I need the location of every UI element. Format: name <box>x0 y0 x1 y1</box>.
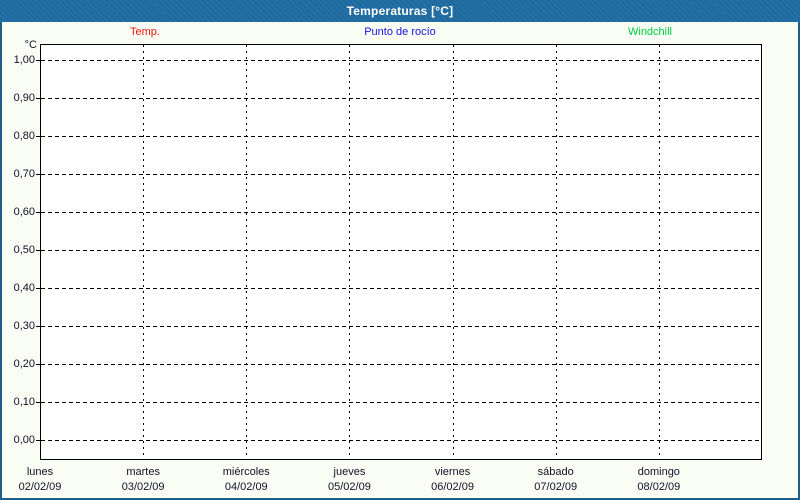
y-tick <box>36 440 40 441</box>
y-tick-label: 0,30 <box>13 320 35 332</box>
x-date-label: 03/02/09 <box>121 481 165 493</box>
y-tick <box>36 212 40 213</box>
y-tick-label: 0,60 <box>13 206 35 218</box>
y-gridline <box>41 174 761 175</box>
y-gridline <box>41 326 761 327</box>
y-gridline <box>41 364 761 365</box>
y-tick <box>36 136 40 137</box>
y-tick <box>36 326 40 327</box>
x-date-label: 02/02/09 <box>18 481 62 493</box>
y-tick-label: 0,80 <box>13 130 35 142</box>
y-gridline <box>41 402 761 403</box>
x-day-label: domingo <box>637 466 680 478</box>
x-date-label: 04/02/09 <box>224 481 268 493</box>
x-date-label: 06/02/09 <box>431 481 474 493</box>
y-tick-label: 0,90 <box>13 92 35 104</box>
y-tick <box>36 402 40 403</box>
y-tick <box>36 288 40 289</box>
y-tick <box>36 364 40 365</box>
y-tick <box>36 60 40 61</box>
chart-window: Temperaturas [°C] Temp. Punto de rocío W… <box>0 0 800 500</box>
chart-layer: 1,00 0,90 0,80 0,70 0,60 0,50 0,40 0,30 0,20 0,10… <box>0 0 800 500</box>
y-tick-label: 0,40 <box>13 282 35 294</box>
x-gridline <box>556 45 557 459</box>
x-day-label: martes <box>126 466 160 478</box>
y-tick-label: 0,50 <box>13 244 35 256</box>
x-gridline <box>349 45 350 459</box>
y-tick-label: 0,20 <box>13 358 35 370</box>
y-gridline <box>41 98 761 99</box>
y-gridline <box>41 60 761 61</box>
y-tick <box>36 98 40 99</box>
y-gridline <box>41 440 761 441</box>
x-gridline <box>246 45 247 459</box>
x-day-label: viernes <box>434 466 471 478</box>
y-tick-label: 0,10 <box>13 396 35 408</box>
x-gridline <box>143 45 144 459</box>
y-tick-label: 0,70 <box>13 168 35 180</box>
x-day-label: lunes <box>26 466 54 478</box>
x-date-label: 08/02/09 <box>637 481 681 493</box>
x-date-label: 05/02/09 <box>328 481 371 493</box>
y-gridline <box>41 136 761 137</box>
y-gridline <box>41 212 761 213</box>
x-gridline <box>453 45 454 459</box>
x-day-label: jueves <box>333 466 366 478</box>
x-day-label: sábado <box>537 466 574 478</box>
x-date-label: 07/02/09 <box>534 481 578 493</box>
y-tick-label: 0,00 <box>13 434 35 446</box>
y-gridline <box>41 250 761 251</box>
y-tick <box>36 250 40 251</box>
y-gridline <box>41 288 761 289</box>
y-tick-label: 1,00 <box>13 54 35 66</box>
x-gridline <box>659 45 660 459</box>
x-day-label: miércoles <box>222 466 270 478</box>
y-tick <box>36 174 40 175</box>
